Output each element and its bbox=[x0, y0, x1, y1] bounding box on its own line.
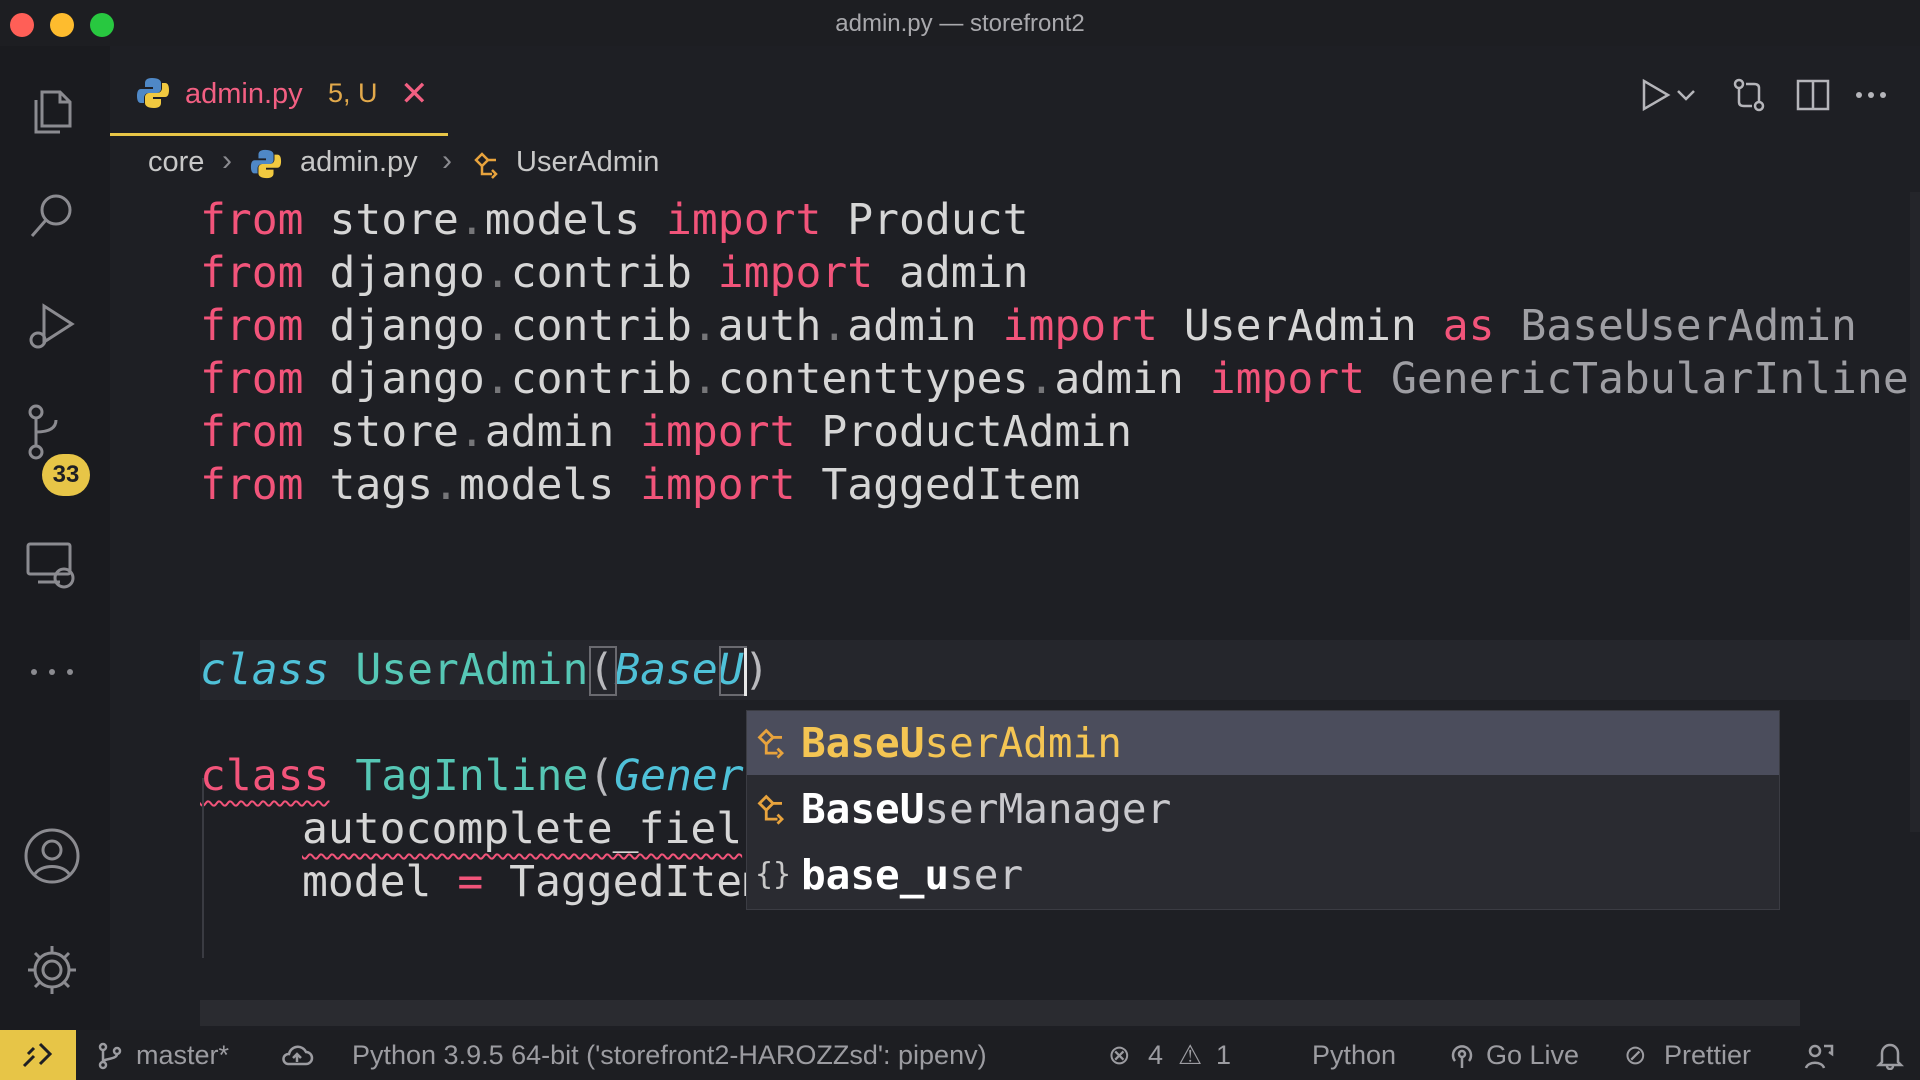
tab-bar: admin.py 5, U ✕ bbox=[110, 46, 1920, 136]
language-mode[interactable]: Python bbox=[1312, 1040, 1396, 1071]
suggest-match: base_u bbox=[801, 851, 950, 899]
code-line-3: from django.contrib.auth.admin import Us… bbox=[200, 301, 1857, 351]
breadcrumb-file[interactable]: admin.py bbox=[300, 146, 418, 179]
search-icon[interactable] bbox=[22, 186, 82, 246]
code-line-2: from django.contrib import admin bbox=[200, 248, 1029, 298]
suggest-rest: serAdmin bbox=[924, 719, 1122, 767]
code-line-8: class UserAdmin(BaseU) bbox=[200, 645, 770, 695]
window-title: admin.py — storefront2 bbox=[835, 10, 1085, 37]
remote-icon bbox=[22, 1042, 53, 1068]
split-editor-icon[interactable] bbox=[1794, 76, 1832, 114]
suggest-item[interactable]: BaseUserAdmin bbox=[747, 711, 1779, 775]
tab-close-icon[interactable]: ✕ bbox=[400, 74, 429, 114]
bell-icon[interactable] bbox=[1876, 1040, 1904, 1070]
chevron-right-icon: › bbox=[222, 144, 232, 177]
go-live-button[interactable]: Go Live bbox=[1486, 1040, 1579, 1071]
module-braces-icon: {} bbox=[755, 857, 792, 892]
suggest-rest: serManager bbox=[924, 785, 1172, 833]
editor-actions bbox=[1630, 46, 1920, 136]
more-actions-icon[interactable] bbox=[1852, 76, 1890, 114]
remote-explorer-icon[interactable] bbox=[22, 534, 82, 594]
python-file-icon bbox=[250, 149, 282, 179]
cloud-sync-icon[interactable] bbox=[280, 1042, 314, 1070]
code-line-12: model = TaggedItem bbox=[302, 857, 769, 907]
tab-label: admin.py bbox=[185, 78, 303, 110]
chevron-right-icon: › bbox=[442, 144, 452, 177]
code-line-1: from store.models import Product bbox=[200, 195, 1029, 245]
indent-guide bbox=[202, 778, 204, 958]
autocomplete-suggest-widget: BaseUserAdmin BaseUserManager {} base_us… bbox=[746, 710, 1780, 910]
suggest-match: BaseU bbox=[801, 785, 925, 833]
class-symbol-icon bbox=[474, 152, 498, 179]
prettier-status[interactable]: Prettier bbox=[1664, 1040, 1751, 1071]
text-cursor bbox=[744, 648, 747, 696]
horizontal-scrollbar[interactable] bbox=[200, 1000, 1800, 1026]
settings-gear-icon[interactable] bbox=[22, 940, 82, 1000]
status-bar: master* Python 3.9.5 64-bit ('storefront… bbox=[0, 1030, 1920, 1080]
suggest-item[interactable]: BaseUserManager bbox=[747, 777, 1779, 841]
warning-icon[interactable]: ⚠ bbox=[1178, 1040, 1202, 1071]
warning-count[interactable]: 1 bbox=[1216, 1040, 1231, 1071]
tab-admin-py[interactable]: admin.py 5, U ✕ bbox=[110, 46, 448, 136]
code-line-10: class TagInline(Gener bbox=[200, 751, 744, 801]
code-line-6: from tags.models import TaggedItem bbox=[200, 460, 1081, 510]
breadcrumb-symbol[interactable]: UserAdmin bbox=[516, 146, 659, 179]
source-control-icon[interactable] bbox=[22, 402, 82, 462]
compare-changes-icon[interactable] bbox=[1730, 76, 1768, 114]
run-debug-icon[interactable] bbox=[22, 296, 82, 356]
bracket-match-open bbox=[589, 646, 617, 696]
git-branch-icon bbox=[98, 1042, 122, 1070]
run-icon[interactable] bbox=[1636, 76, 1674, 114]
suggest-match: BaseU bbox=[801, 719, 925, 767]
error-icon[interactable]: ⊗ bbox=[1108, 1040, 1131, 1071]
chevron-down-icon[interactable] bbox=[1674, 76, 1698, 114]
source-control-badge: 33 bbox=[42, 454, 90, 496]
suggest-rest: ser bbox=[949, 851, 1024, 899]
feedback-icon[interactable] bbox=[1804, 1042, 1834, 1070]
accounts-icon[interactable] bbox=[22, 826, 82, 886]
remote-indicator[interactable] bbox=[0, 1030, 76, 1080]
code-line-4: from django.contrib.contenttypes.admin i… bbox=[200, 354, 1909, 404]
explorer-icon[interactable] bbox=[22, 80, 82, 140]
vertical-scrollbar[interactable] bbox=[1910, 192, 1920, 832]
title-bar: admin.py — storefront2 bbox=[0, 0, 1920, 46]
code-line-11: autocomplete_fiel bbox=[302, 804, 743, 854]
class-symbol-icon bbox=[757, 794, 784, 825]
breadcrumb-folder[interactable]: core bbox=[148, 146, 204, 179]
activity-bar: 33 bbox=[0, 46, 110, 1030]
python-interpreter[interactable]: Python 3.9.5 64-bit ('storefront2-HAROZZ… bbox=[352, 1040, 987, 1071]
suggest-item[interactable]: {} base_user bbox=[747, 843, 1779, 907]
tab-problem-status: 5, U bbox=[328, 78, 378, 108]
more-icon[interactable] bbox=[22, 642, 82, 702]
python-file-icon bbox=[137, 78, 169, 108]
prettier-status-icon: ⊘ bbox=[1624, 1040, 1647, 1070]
code-line-5: from store.admin import ProductAdmin bbox=[200, 407, 1133, 457]
breadcrumb: core › admin.py › UserAdmin bbox=[110, 136, 1920, 192]
bracket-match-close bbox=[719, 646, 747, 696]
class-symbol-icon bbox=[757, 728, 784, 759]
error-count[interactable]: 4 bbox=[1148, 1040, 1163, 1071]
broadcast-icon bbox=[1451, 1045, 1473, 1068]
git-branch[interactable]: master* bbox=[136, 1040, 229, 1071]
